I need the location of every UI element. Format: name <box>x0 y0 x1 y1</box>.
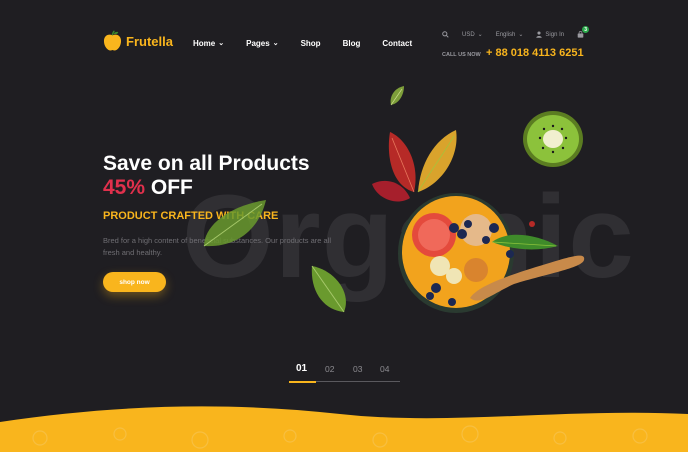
cart-count-badge: 3 <box>582 26 590 33</box>
nav-item-label: Pages <box>246 39 270 48</box>
slide-page-3[interactable]: 03 <box>353 364 362 374</box>
nav-item-home[interactable]: Home ⌄ <box>193 39 224 48</box>
nav-item-label: Home <box>193 39 216 48</box>
fruit-bowl-image <box>398 193 585 313</box>
brand-logo[interactable]: Frutella <box>103 30 173 52</box>
language-select[interactable]: English ⌄ <box>495 31 524 39</box>
nav-item-pages[interactable]: Pages ⌄ <box>246 39 278 48</box>
leaf-icon <box>390 86 404 106</box>
slide-page-1[interactable]: 01 <box>296 363 307 374</box>
pager-active-indicator <box>289 381 316 383</box>
discount-percent: 45% <box>103 176 146 199</box>
nav-item-blog[interactable]: Blog <box>343 39 361 48</box>
chevron-down-icon: ⌄ <box>518 32 524 38</box>
nav-item-contact[interactable]: Contact <box>382 39 412 48</box>
apple-logo-icon <box>103 30 122 51</box>
wave-divider <box>0 406 688 452</box>
utility-bar: USD ⌄ English ⌄ Sign In 3 <box>442 26 590 39</box>
nav-item-label: Contact <box>382 39 413 48</box>
slider-pagination: 01 02 03 04 <box>289 363 400 383</box>
brand-name: Frutella <box>126 33 173 49</box>
search-button[interactable] <box>442 31 449 38</box>
shop-now-button[interactable]: shop now <box>103 272 166 292</box>
currency-value: USD <box>462 31 475 38</box>
spinach-leaf-icon <box>311 265 346 313</box>
chevron-down-icon: ⌄ <box>477 32 483 38</box>
language-value: English <box>495 31 516 38</box>
nav-item-label: Blog <box>342 39 361 48</box>
cart-button[interactable]: 3 <box>577 26 590 38</box>
call-us-label: CALL US NOW <box>442 52 481 58</box>
slide-page-2[interactable]: 02 <box>325 364 334 374</box>
nav-item-shop[interactable]: Shop <box>301 39 321 48</box>
hero-discount: 45% OFF <box>103 176 193 200</box>
nav-item-label: Shop <box>300 39 321 48</box>
sign-in-label: Sign In <box>545 31 565 38</box>
slide-page-4[interactable]: 04 <box>380 364 389 374</box>
spinach-leaf-icon <box>203 200 266 247</box>
kiwi-icon <box>523 111 583 167</box>
user-icon <box>536 31 543 38</box>
phone-number[interactable]: + 88 018 4113 6251 <box>486 47 584 59</box>
currency-select[interactable]: USD ⌄ <box>462 31 483 39</box>
page: Organic Frutella Home ⌄ Pages ⌄ Shop Blo… <box>0 0 688 452</box>
main-nav: Home ⌄ Pages ⌄ Shop Blog Contact <box>193 39 412 48</box>
chevron-down-icon: ⌄ <box>218 39 225 47</box>
discount-suffix: OFF <box>150 176 193 199</box>
chevron-down-icon: ⌄ <box>272 39 279 47</box>
sign-in-link[interactable]: Sign In <box>536 31 564 38</box>
search-icon <box>442 31 449 38</box>
hero-headline: Save on all Products <box>103 152 310 175</box>
